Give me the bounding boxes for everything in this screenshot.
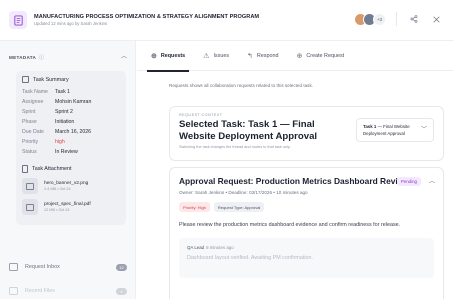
chevron-up-icon[interactable]: ︿ bbox=[429, 176, 435, 185]
tab-issues[interactable]: ⚠ Issues bbox=[199, 41, 233, 71]
folder-icon bbox=[9, 287, 18, 295]
share-icon[interactable] bbox=[407, 12, 421, 26]
pdf-file-icon bbox=[22, 199, 38, 215]
summary-icon bbox=[22, 76, 29, 83]
context-label: REQUEST CONTEXT bbox=[179, 113, 223, 117]
metadata-sidebar: METADATA ⓘ ︿ Task Summary Task Name Task … bbox=[0, 41, 136, 299]
summary-row: Due Date March 16, 2026 bbox=[22, 129, 92, 135]
avatar-more-count[interactable]: +3 bbox=[373, 12, 386, 26]
sidebar-item-recent-files[interactable]: Recent Files 4 bbox=[9, 287, 127, 295]
sidebar-item-request-inbox[interactable]: Request Inbox 12 bbox=[9, 263, 127, 271]
summary-row: Task Name Task 1 bbox=[22, 89, 70, 95]
warning-icon: ⚠ bbox=[203, 52, 210, 60]
tab-respond[interactable]: ↰ Respond bbox=[243, 41, 282, 71]
app-header: MANUFACTURING PROCESS OPTIMIZATION & STR… bbox=[0, 0, 453, 41]
main-panel: ⊕ Requests ⚠ Issues ↰ Respond ⊕ Create R… bbox=[137, 41, 453, 299]
image-file-icon bbox=[22, 178, 38, 194]
file-name: project_spec_final.pdf bbox=[44, 202, 91, 207]
attachment-icon bbox=[22, 165, 28, 173]
comment-item: QA Lead 8 minutes ago Dashboard layout ve… bbox=[179, 238, 434, 278]
attachment-file[interactable]: hero_banner_v2.png 2.4 MB • Oct 24 bbox=[22, 178, 120, 194]
close-icon[interactable] bbox=[429, 12, 443, 26]
status-badge: Pending bbox=[396, 177, 421, 186]
chevron-up-icon[interactable]: ︿ bbox=[121, 51, 127, 60]
attachment-heading: Task Attachment bbox=[32, 166, 72, 172]
summary-row: Priority high bbox=[22, 139, 65, 145]
plus-circle-icon: ⊕ bbox=[151, 52, 157, 60]
request-type-chip: Request Type: Approval bbox=[213, 202, 265, 212]
plus-circle-icon: ⊕ bbox=[296, 52, 303, 60]
comment-time: 8 minutes ago bbox=[206, 245, 234, 250]
summary-row: Phase Initiation bbox=[22, 119, 75, 125]
task-summary-card: Task Summary Task Name Task 1 Assignee Moh… bbox=[16, 71, 126, 225]
inbox-icon bbox=[9, 263, 18, 271]
summary-row: Status In Review bbox=[22, 149, 78, 155]
request-context-card: REQUEST CONTEXT Selected Task: Task 1 — … bbox=[169, 106, 444, 161]
comment-text: Dashboard layout verified. Awaiting PM c… bbox=[187, 255, 314, 261]
tab-requests[interactable]: ⊕ Requests bbox=[147, 41, 190, 72]
summary-row: Sprint Sprint 2 bbox=[22, 109, 73, 115]
chevron-down-icon: ﹀ bbox=[420, 127, 427, 133]
request-title: Approval Request: Production Metrics Das… bbox=[179, 176, 409, 186]
page-title: MANUFACTURING PROCESS OPTIMIZATION & STR… bbox=[34, 13, 260, 20]
comment-author: QA Lead bbox=[187, 245, 205, 250]
collaborator-avatars[interactable]: +3 bbox=[354, 12, 386, 26]
attachment-file[interactable]: project_spec_final.pdf 12 MB • Oct 24 bbox=[22, 199, 120, 215]
selected-task-title: Selected Task: Task 1 — Final Website De… bbox=[179, 119, 318, 142]
priority-value: high bbox=[55, 139, 65, 145]
task-select-dropdown[interactable]: Task 1 — Final Website Deployment Approv… bbox=[356, 118, 434, 142]
page-subtitle: Updated 12 mins ago by Sarah Jenkins bbox=[34, 21, 108, 27]
dropdown-task-name: Task 1 bbox=[363, 124, 377, 129]
sidebar-title: METADATA bbox=[9, 54, 37, 60]
tab-bar: ⊕ Requests ⚠ Issues ↰ Respond ⊕ Create R… bbox=[137, 41, 453, 72]
info-icon[interactable]: ⓘ bbox=[39, 54, 44, 61]
request-meta: Owner: Sarah Jenkins • Deadline: 03/17/2… bbox=[179, 190, 308, 195]
file-meta: 2.4 MB • Oct 24 bbox=[44, 187, 71, 191]
context-hint: Switching the task changes the thread an… bbox=[179, 145, 291, 149]
requests-description: Requests shows all collaboration request… bbox=[169, 83, 314, 88]
sidebar-item-label: Request Inbox bbox=[25, 264, 60, 270]
document-icon bbox=[9, 11, 27, 29]
request-card: Approval Request: Production Metrics Das… bbox=[169, 167, 444, 299]
count-badge: 12 bbox=[116, 263, 127, 271]
count-badge: 4 bbox=[116, 287, 127, 295]
file-meta: 12 MB • Oct 24 bbox=[44, 208, 70, 212]
sidebar-item-label: Recent Files bbox=[25, 288, 55, 294]
reply-icon: ↰ bbox=[247, 52, 253, 60]
task-summary-heading: Task Summary bbox=[33, 76, 69, 83]
summary-row: Assignee Mohsin Kamran bbox=[22, 99, 92, 105]
priority-chip: Priority: High bbox=[179, 202, 210, 212]
header-divider bbox=[396, 12, 397, 26]
file-name: hero_banner_v2.png bbox=[44, 181, 89, 186]
request-body: Please review the production metrics das… bbox=[179, 222, 401, 228]
tab-create-request[interactable]: ⊕ Create Request bbox=[293, 41, 349, 71]
